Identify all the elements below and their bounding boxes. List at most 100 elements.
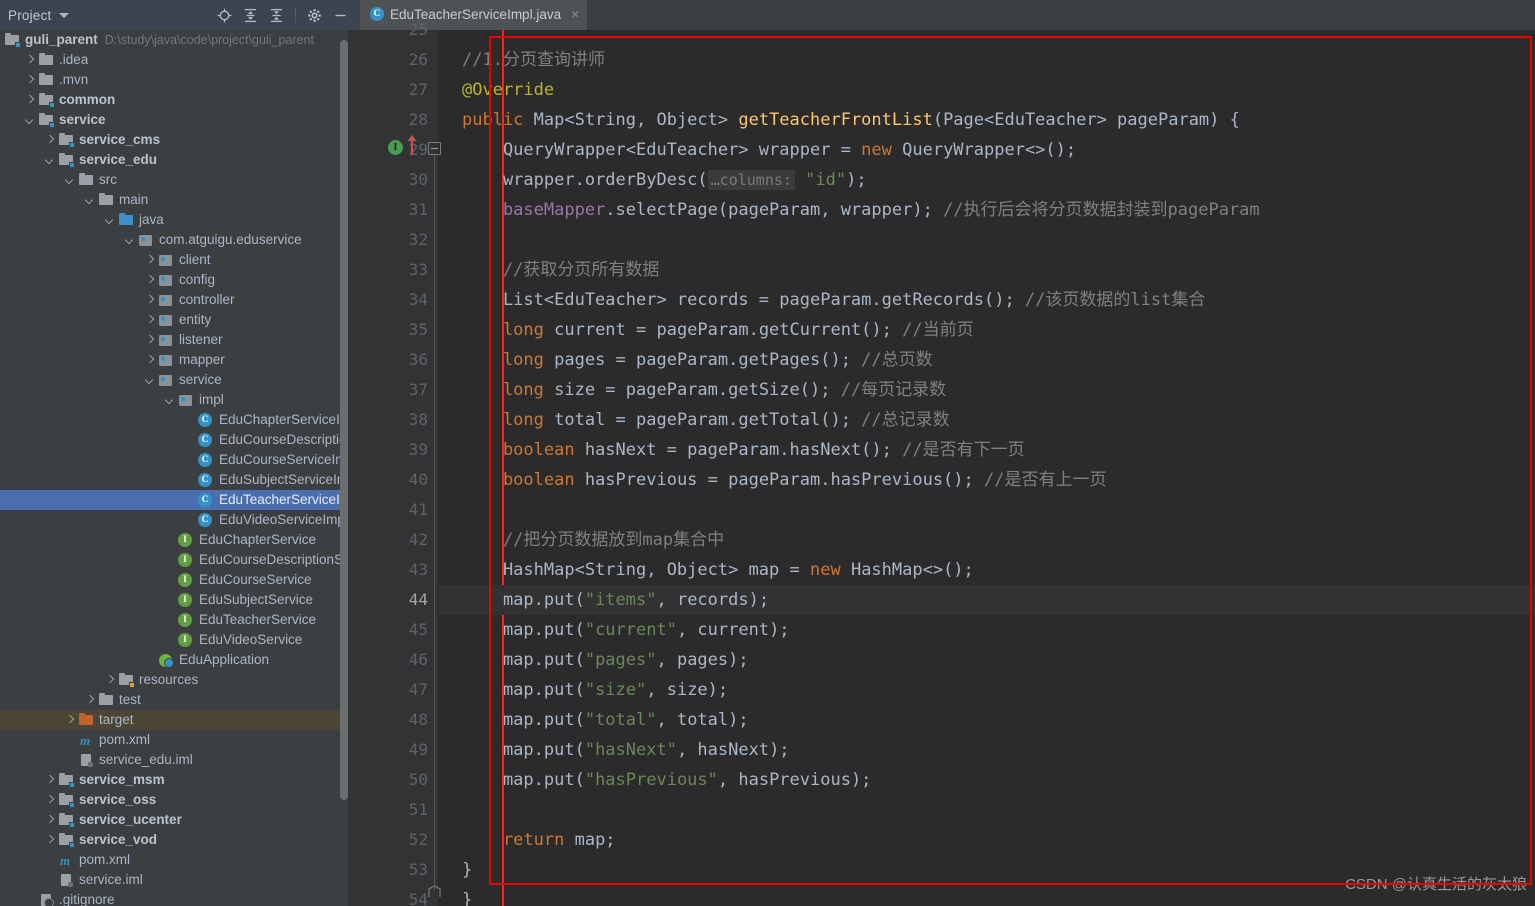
chevron-down-icon[interactable]	[164, 394, 176, 406]
settings-gear-icon[interactable]	[307, 8, 322, 23]
chevron-down-icon[interactable]	[64, 174, 76, 186]
code-line[interactable]: long current = pageParam.getCurrent(); /…	[438, 315, 1535, 345]
code-line[interactable]: long size = pageParam.getSize(); //每页记录数	[438, 375, 1535, 405]
chevron-right-icon[interactable]	[104, 674, 116, 686]
chevron-down-icon[interactable]	[84, 194, 96, 206]
tree-item-client[interactable]: client	[0, 250, 348, 270]
code-line[interactable]: map.put("total", total);	[438, 705, 1535, 735]
tree-item-educoursedescriptionservice[interactable]: I EduCourseDescriptionService	[0, 550, 348, 570]
tree-item-educourseservice[interactable]: I EduCourseService	[0, 570, 348, 590]
code-line[interactable]: HashMap<String, Object> map = new HashMa…	[438, 555, 1535, 585]
tree-item-service_msm[interactable]: service_msm	[0, 770, 348, 790]
implementing-arrow-icon[interactable]	[406, 134, 418, 161]
tree-item-java[interactable]: java	[0, 210, 348, 230]
code-line[interactable]: map.put("pages", pages);	[438, 645, 1535, 675]
tree-item-com.atguigu.eduservice[interactable]: com.atguigu.eduservice	[0, 230, 348, 250]
tree-item-.idea[interactable]: .idea	[0, 50, 348, 70]
tree-item-service_ucenter[interactable]: service_ucenter	[0, 810, 348, 830]
chevron-right-icon[interactable]	[44, 134, 56, 146]
tree-item-service[interactable]: service	[0, 110, 348, 130]
chevron-right-icon[interactable]	[24, 74, 36, 86]
chevron-right-icon[interactable]	[44, 774, 56, 786]
tree-item-eduapplication[interactable]: EduApplication	[0, 650, 348, 670]
code-editor[interactable]: 25 26 27 28 29 30 31 32 33 34 35 36 37 38 39 40 41 42 43 44…	[360, 20, 1535, 906]
tree-item-impl[interactable]: impl	[0, 390, 348, 410]
project-tree-scrollbar[interactable]	[340, 40, 348, 800]
code-line[interactable]: boolean hasNext = pageParam.hasNext(); /…	[438, 435, 1535, 465]
tree-item-config[interactable]: config	[0, 270, 348, 290]
tree-item-educhapterservice[interactable]: I EduChapterService	[0, 530, 348, 550]
chevron-right-icon[interactable]	[44, 794, 56, 806]
tree-item-service_edu.iml[interactable]: service_edu.iml	[0, 750, 348, 770]
code-line[interactable]: baseMapper.selectPage(pageParam, wrapper…	[438, 195, 1535, 225]
chevron-right-icon[interactable]	[44, 814, 56, 826]
tree-item-service_cms[interactable]: service_cms	[0, 130, 348, 150]
tree-item-mapper[interactable]: mapper	[0, 350, 348, 370]
chevron-right-icon[interactable]	[144, 314, 156, 326]
code-line[interactable]: map.put("hasNext", hasNext);	[438, 735, 1535, 765]
tree-item-root[interactable]: guli_parent D:\study\java\code\project\gu…	[0, 30, 348, 50]
chevron-down-icon[interactable]	[44, 154, 56, 166]
tree-item-service_edu[interactable]: service_edu	[0, 150, 348, 170]
chevron-right-icon[interactable]	[84, 694, 96, 706]
code-line[interactable]	[438, 795, 1535, 825]
chevron-right-icon[interactable]	[64, 714, 76, 726]
chevron-down-icon[interactable]	[24, 114, 36, 126]
project-toolwindow-title[interactable]: Project	[8, 8, 51, 23]
chevron-right-icon[interactable]	[144, 334, 156, 346]
tree-item-target[interactable]: target	[0, 710, 348, 730]
code-line[interactable]	[438, 225, 1535, 255]
code-line[interactable]: long total = pageParam.getTotal(); //总记录…	[438, 405, 1535, 435]
hide-toolwindow-icon[interactable]	[333, 8, 348, 23]
collapse-all-icon[interactable]	[269, 8, 284, 23]
tree-item-eduteacherservice[interactable]: I EduTeacherService	[0, 610, 348, 630]
expand-all-icon[interactable]	[243, 8, 258, 23]
tree-item-src[interactable]: src	[0, 170, 348, 190]
tree-item-educhapterserviceimpl[interactable]: C EduChapterServiceImpl	[0, 410, 348, 430]
tree-item-service.iml[interactable]: service.iml	[0, 870, 348, 890]
code-line[interactable]	[438, 495, 1535, 525]
tree-item-controller[interactable]: controller	[0, 290, 348, 310]
chevron-right-icon[interactable]	[44, 834, 56, 846]
chevron-down-icon[interactable]	[124, 234, 136, 246]
code-line[interactable]: wrapper.orderByDesc(…columns: "id");	[438, 165, 1535, 195]
code-line[interactable]: map.put("items", records);	[438, 585, 1535, 615]
tree-item-resources[interactable]: resources	[0, 670, 348, 690]
tree-item-eduvideoserviceimpl[interactable]: C EduVideoServiceImpl	[0, 510, 348, 530]
code-line[interactable]: map.put("size", size);	[438, 675, 1535, 705]
code-line[interactable]: return map;	[438, 825, 1535, 855]
code-line[interactable]: long pages = pageParam.getPages(); //总页数	[438, 345, 1535, 375]
code-line[interactable]: map.put("hasPrevious", hasPrevious);	[438, 765, 1535, 795]
code-line[interactable]: public Map<String, Object> getTeacherFro…	[438, 105, 1535, 135]
tree-item-service_vod[interactable]: service_vod	[0, 830, 348, 850]
chevron-right-icon[interactable]	[144, 274, 156, 286]
chevron-right-icon[interactable]	[24, 94, 36, 106]
code-line[interactable]: List<EduTeacher> records = pageParam.get…	[438, 285, 1535, 315]
chevron-right-icon[interactable]	[144, 294, 156, 306]
tree-item-eduteacherserviceimpl[interactable]: C EduTeacherServiceImpl	[0, 490, 348, 510]
code-line[interactable]: boolean hasPrevious = pageParam.hasPrevi…	[438, 465, 1535, 495]
tree-item-edusubjectserviceimpl[interactable]: C EduSubjectServiceImpl	[0, 470, 348, 490]
code-line[interactable]: QueryWrapper<EduTeacher> wrapper = new Q…	[438, 135, 1535, 165]
tree-item-eduvideoservice[interactable]: I EduVideoService	[0, 630, 348, 650]
editor-gutter[interactable]: 25 26 27 28 29 30 31 32 33 34 35 36 37 38 39 40 41 42 43 44…	[360, 20, 441, 906]
project-tree[interactable]: guli_parent D:\study\java\code\project\gu…	[0, 30, 348, 906]
code-line[interactable]: map.put("current", current);	[438, 615, 1535, 645]
tree-item-edusubjectservice[interactable]: I EduSubjectService	[0, 590, 348, 610]
code-line[interactable]: //获取分页所有数据	[438, 255, 1535, 285]
tree-item-test[interactable]: test	[0, 690, 348, 710]
code-text-area[interactable]: //1.分页查询讲师 @Override public Map<String, Ob…	[438, 30, 1535, 906]
chevron-down-icon[interactable]	[144, 374, 156, 386]
tree-item-service[interactable]: service	[0, 370, 348, 390]
tree-item-common[interactable]: common	[0, 90, 348, 110]
tree-item-pom.xml[interactable]: m pom.xml	[0, 730, 348, 750]
code-line[interactable]	[438, 30, 1535, 45]
tree-item-.mvn[interactable]: .mvn	[0, 70, 348, 90]
close-icon[interactable]: ×	[571, 7, 579, 21]
tree-item-.gitignore[interactable]: .gitignore	[0, 890, 348, 906]
chevron-right-icon[interactable]	[24, 54, 36, 66]
code-line[interactable]: //把分页数据放到map集合中	[438, 525, 1535, 555]
tree-item-educoursedescriptionservice[interactable]: C EduCourseDescriptionService	[0, 430, 348, 450]
tree-item-main[interactable]: main	[0, 190, 348, 210]
implemented-method-marker-icon[interactable]: I	[388, 140, 403, 155]
